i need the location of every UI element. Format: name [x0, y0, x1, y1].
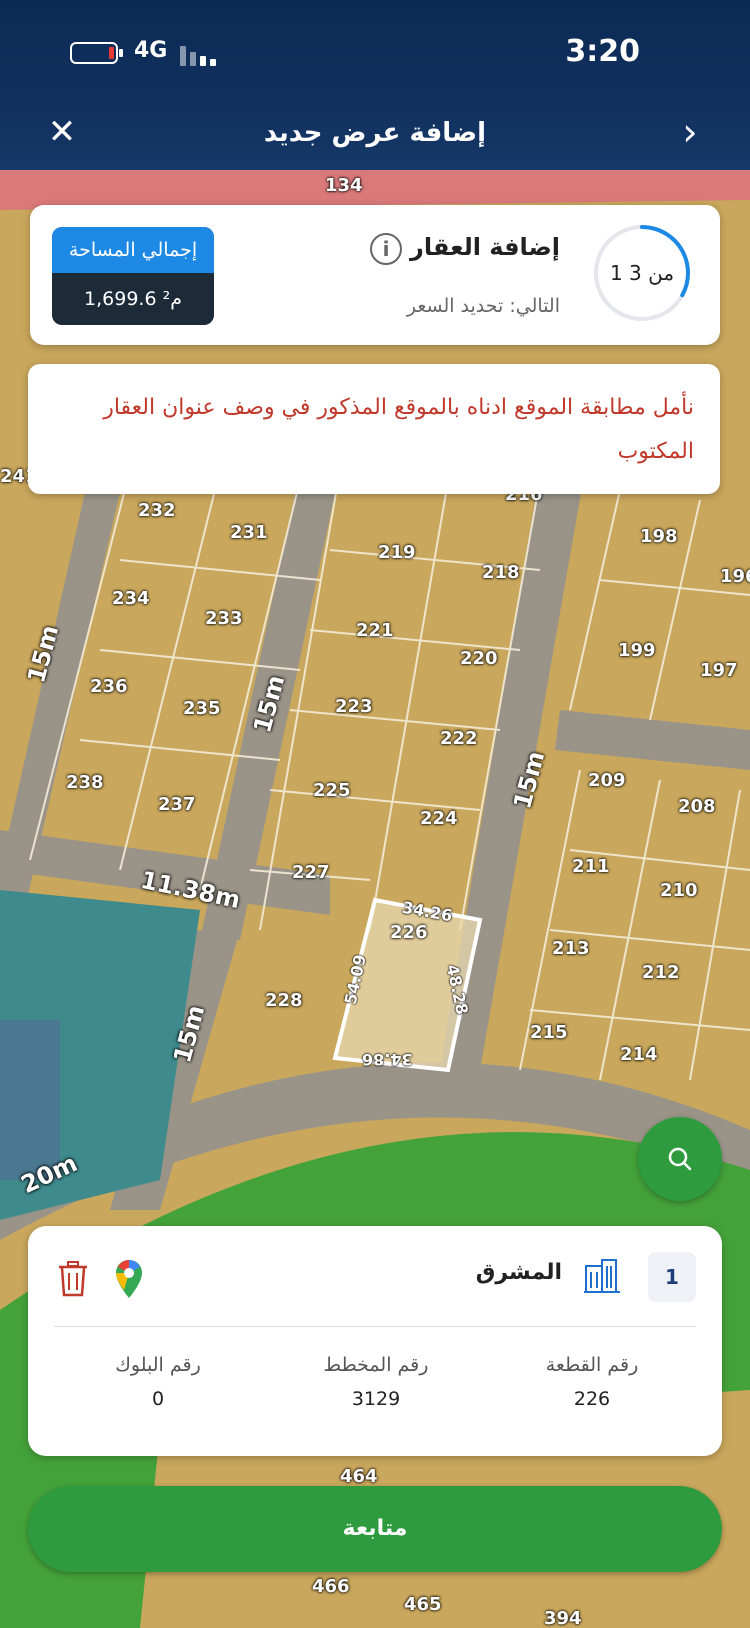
plot-label: 215 [530, 1022, 568, 1043]
plot-label: 221 [356, 620, 394, 641]
plot-label: 219 [378, 542, 416, 563]
location-notice: نأمل مطابقة الموقع ادناه بالموقع المذكور… [28, 364, 720, 494]
plot-label: 238 [66, 772, 104, 793]
plot-label: 466 [312, 1576, 350, 1597]
plot-number-column: رقم القطعة 226 [502, 1354, 682, 1410]
plot-label: 213 [552, 938, 590, 959]
plot-label: 220 [460, 648, 498, 669]
plot-label: 464 [340, 1466, 378, 1487]
search-button[interactable] [638, 1117, 722, 1201]
plot-label: 227 [292, 862, 330, 883]
plot-number-value: 226 [573, 1388, 611, 1410]
notice-text: نأمل مطابقة الموقع ادناه بالموقع المذكور… [103, 395, 694, 464]
page-title: إضافة عرض جديد [263, 118, 487, 148]
total-area-badge: إجمالي المساحة 1,699.6 م² [52, 227, 214, 325]
step-title: إضافة العقار [410, 233, 560, 261]
plot-label: 228 [265, 990, 303, 1011]
info-icon[interactable]: i [370, 233, 402, 265]
next-step-label: التالي: تحديد السعر [406, 295, 560, 317]
network-type: 4G [134, 38, 168, 63]
block-number-label: رقم البلوك [115, 1354, 201, 1376]
app-header: 4G 3:20 ✕ إضافة عرض جديد › [0, 0, 750, 170]
property-index: 1 [648, 1252, 696, 1302]
block-number-value: 0 [151, 1388, 165, 1410]
plot-label: 209 [588, 770, 626, 791]
plot-label: 232 [138, 500, 176, 521]
plot-label: 225 [313, 780, 351, 801]
plot-label: 199 [618, 640, 656, 661]
plot-label: 211 [572, 856, 610, 877]
block-number-column: رقم البلوك 0 [68, 1354, 248, 1410]
plan-number-label: رقم المخطط [323, 1354, 429, 1376]
battery-icon [70, 42, 118, 64]
divider [54, 1326, 696, 1327]
plot-label: 223 [335, 696, 373, 717]
step-card: 1 من 3 إضافة العقار i التالي: تحديد السع… [30, 205, 720, 345]
chevron-right-icon[interactable]: › [672, 112, 708, 152]
property-card: 1 المشرق رقم القطعة 226 رقم المخطط 3129 … [28, 1226, 722, 1456]
google-maps-pin-icon[interactable] [114, 1258, 144, 1300]
status-time: 3:20 [565, 34, 640, 69]
plot-label: 235 [183, 698, 221, 719]
plot-label: 196 [720, 566, 750, 587]
signal-icon [180, 42, 220, 66]
plot-label: 208 [678, 796, 716, 817]
plot-label: 222 [440, 728, 478, 749]
total-area-value: 1,699.6 م² [84, 288, 182, 310]
plot-label: 198 [640, 526, 678, 547]
battery-cap [119, 49, 123, 57]
plot-label: 224 [420, 808, 458, 829]
plot-label: 197 [700, 660, 738, 681]
plan-number-column: رقم المخطط 3129 [286, 1354, 466, 1410]
plot-label: 218 [482, 562, 520, 583]
plot-label: 236 [90, 676, 128, 697]
total-area-label: إجمالي المساحة [52, 227, 214, 273]
plot-number-label: رقم القطعة [545, 1354, 639, 1376]
plot-label: 214 [620, 1044, 658, 1065]
trash-icon[interactable] [56, 1260, 90, 1298]
plot-label: 234 [112, 588, 150, 609]
selected-plot-label: 226 [390, 922, 428, 943]
plot-dimension: 34.86 [362, 1050, 413, 1069]
search-icon [668, 1147, 692, 1171]
step-counter: 1 من 3 [609, 261, 675, 285]
plot-label: 210 [660, 880, 698, 901]
plan-number-value: 3129 [351, 1388, 401, 1410]
plot-label: 237 [158, 794, 196, 815]
building-icon [584, 1259, 620, 1293]
property-name: المشرق [475, 1260, 562, 1285]
plot-label: 233 [205, 608, 243, 629]
plot-label: 465 [404, 1594, 442, 1615]
plot-label: 212 [642, 962, 680, 983]
continue-button[interactable]: متابعة [28, 1486, 722, 1572]
plot-label: 231 [230, 522, 268, 543]
plot-label: 394 [544, 1608, 582, 1628]
plot-label: 134 [325, 175, 363, 196]
